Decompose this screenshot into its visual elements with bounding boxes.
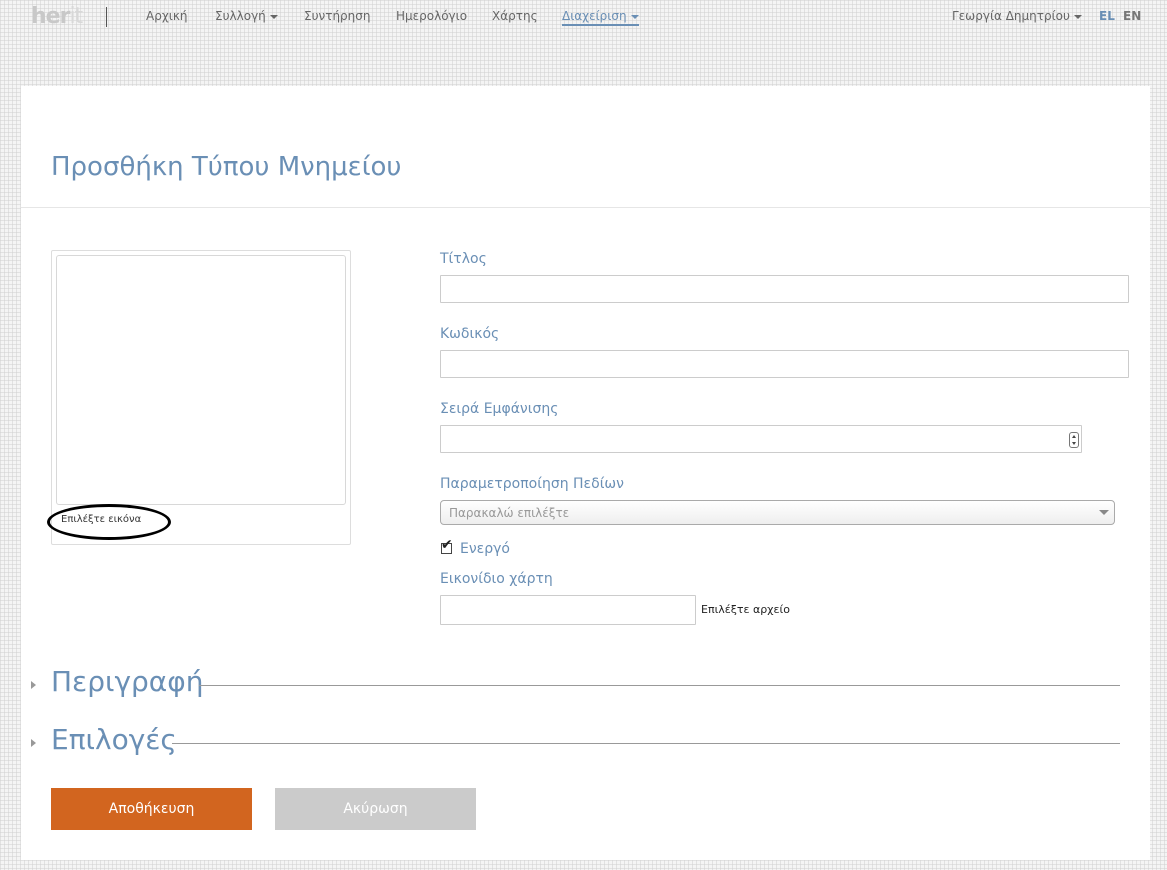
user-name: Γεωργία Δημητρίου xyxy=(952,9,1070,23)
map-icon-label: Εικονίδιο χάρτη xyxy=(440,571,553,587)
field-config-label: Παραμετροποίηση Πεδίων xyxy=(440,476,624,492)
nav-item-label: Διαχείριση xyxy=(562,9,627,23)
section-options-title[interactable]: Επιλογές xyxy=(51,723,177,756)
code-input[interactable] xyxy=(440,350,1129,378)
nav-item-collection[interactable]: Συλλογή xyxy=(215,9,278,23)
image-preview[interactable] xyxy=(56,255,346,505)
section-divider xyxy=(172,743,1120,744)
caret-down-icon xyxy=(630,14,639,19)
user-menu[interactable]: Γεωργία Δημητρίου xyxy=(952,9,1082,23)
title-label: Τίτλος xyxy=(440,251,487,267)
active-checkbox-label[interactable]: Ενεργό xyxy=(460,541,510,557)
number-spinner-icon[interactable] xyxy=(1069,432,1079,448)
lang-en[interactable]: EN xyxy=(1123,9,1141,23)
title-input[interactable] xyxy=(440,275,1129,303)
logo-separator xyxy=(106,7,107,27)
title-divider xyxy=(21,207,1150,208)
map-icon-file-input[interactable] xyxy=(440,595,696,625)
field-config-select[interactable]: Παρακαλώ επιλέξτε xyxy=(440,500,1115,525)
display-order-label: Σειρά Εμφάνισης xyxy=(440,401,559,417)
nav-item-conservation[interactable]: Συντήρηση xyxy=(304,9,371,23)
caret-down-icon xyxy=(269,14,278,19)
section-description-title[interactable]: Περιγραφή xyxy=(51,665,203,698)
image-picker: Επιλέξτε εικόνα xyxy=(47,250,351,545)
nav-item-label: Συλλογή xyxy=(215,9,266,23)
checkmark-icon: ✔ xyxy=(441,537,453,553)
page-title: Προσθήκη Τύπου Μνημείου xyxy=(51,152,402,182)
display-order-input[interactable] xyxy=(440,425,1082,453)
nav-item-label: Χάρτης xyxy=(492,9,538,23)
save-button[interactable]: Αποθήκευση xyxy=(51,788,252,830)
code-label: Κωδικός xyxy=(440,326,500,342)
nav-item-label: Ημερολόγιο xyxy=(396,9,468,23)
main-panel: Προσθήκη Τύπου Μνημείου Επιλέξτε εικόνα … xyxy=(21,86,1150,860)
expand-arrow-icon[interactable] xyxy=(31,681,36,689)
dropdown-arrow-icon xyxy=(1099,510,1109,515)
active-checkbox[interactable]: ✔ xyxy=(441,538,453,554)
nav-item-calendar[interactable]: Ημερολόγιο xyxy=(396,9,467,23)
top-navbar: herit Αρχική Συλλογή Συντήρηση Ημερολόγι… xyxy=(0,0,1167,36)
annotation-ellipse xyxy=(47,504,171,540)
herit-logo[interactable]: herit xyxy=(31,4,83,29)
choose-file-button[interactable]: Επιλέξτε αρχείο xyxy=(701,603,790,616)
nav-item-label: Συντήρηση xyxy=(304,9,371,23)
cancel-button[interactable]: Ακύρωση xyxy=(275,788,476,830)
expand-arrow-icon[interactable] xyxy=(31,739,36,747)
nav-item-administration[interactable]: Διαχείριση xyxy=(562,9,639,26)
select-placeholder: Παρακαλώ επιλέξτε xyxy=(449,506,570,520)
caret-down-icon xyxy=(1073,14,1082,19)
nav-item-map[interactable]: Χάρτης xyxy=(492,9,538,23)
nav-item-label: Αρχική xyxy=(146,9,188,23)
section-divider xyxy=(199,685,1120,686)
nav-item-home[interactable]: Αρχική xyxy=(146,9,188,23)
lang-el[interactable]: EL xyxy=(1099,9,1115,23)
